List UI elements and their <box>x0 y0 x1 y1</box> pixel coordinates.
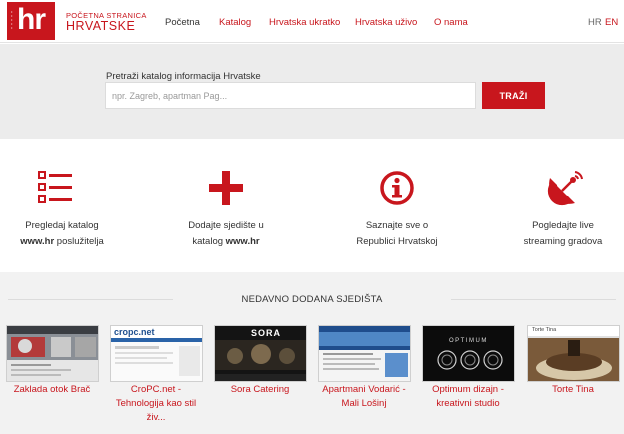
site-thumbnail[interactable]: SORA <box>214 325 307 382</box>
site-caption-line: živ... <box>146 412 166 423</box>
feature-info-line1: Saznajte sve o <box>365 220 429 231</box>
site-caption-line: Zaklada otok Brač <box>13 384 91 395</box>
nav-item-croatia-briefly[interactable]: Hrvatska ukratko <box>269 17 340 28</box>
nav-item-home[interactable]: Početna <box>165 17 200 28</box>
site-thumbnail[interactable]: Torte Tina <box>527 325 620 382</box>
site-thumbnail[interactable] <box>6 325 99 382</box>
site-link-torte-tina[interactable]: Torte Tina <box>518 383 624 397</box>
site-caption-line: Tehnologija kao stil <box>115 398 197 409</box>
feature-live-text[interactable]: Pogledajte live streaming gradova <box>488 218 624 250</box>
site-caption-line: CroPC.net - <box>130 384 182 395</box>
nav-item-about[interactable]: O nama <box>434 17 468 28</box>
feature-add-bold: www.hr <box>225 236 260 247</box>
thumbnail-screenshot <box>7 326 98 381</box>
search-button[interactable]: TRAŽI <box>482 82 545 109</box>
feature-add-line2-pre: katalog <box>192 236 226 247</box>
search-input[interactable] <box>105 82 476 109</box>
feature-add-text[interactable]: Dodajte sjedište u katalog www.hr <box>151 218 301 250</box>
logo-text: hr <box>17 3 46 36</box>
site-header: • • • • • hr POČETNA STRANICA HRVATSKE Počet… <box>0 0 624 43</box>
site-link-optimum[interactable]: Optimum dizajn - kreativni studio <box>413 383 523 411</box>
satellite-dish-icon[interactable] <box>546 168 586 208</box>
list-icon[interactable] <box>38 170 74 206</box>
site-thumbnail[interactable] <box>318 325 411 382</box>
nav-item-catalog[interactable]: Katalog <box>219 17 251 28</box>
lang-en-link[interactable]: EN <box>605 17 618 28</box>
feature-catalog-line2: www.hr poslužitelja <box>0 234 137 250</box>
site-caption-line: Optimum dizajn - <box>432 384 504 395</box>
feature-catalog-bold: www.hr <box>20 236 55 247</box>
thumbnail-screenshot <box>423 326 514 381</box>
search-label: Pretraži katalog informacija Hrvatske <box>106 71 261 82</box>
site-link-zaklada[interactable]: Zaklada otok Brač <box>0 383 107 397</box>
feature-add-line2: katalog www.hr <box>151 234 301 250</box>
info-icon[interactable] <box>379 170 415 206</box>
site-link-cropc[interactable]: CroPC.net - Tehnologija kao stil živ... <box>101 383 211 425</box>
lang-hr-link[interactable]: HR <box>588 17 602 28</box>
thumb-logo: OPTIMUM <box>449 338 488 344</box>
thumb-logo: Torte Tina <box>532 327 557 333</box>
site-caption-line: Apartmani Vodarić - <box>322 384 406 395</box>
brand-name: HRVATSKE <box>66 19 136 33</box>
site-caption-line: Sora Catering <box>230 384 290 395</box>
feature-live-line1: Pogledajte live <box>532 220 594 231</box>
plus-icon[interactable] <box>208 170 244 206</box>
feature-live-line2: streaming gradova <box>523 236 603 247</box>
site-link-vodaric[interactable]: Apartmani Vodarić - Mali Lošinj <box>309 383 419 411</box>
logo-dots: • • • • • <box>11 9 13 30</box>
site-logo[interactable]: • • • • • hr <box>7 2 55 40</box>
thumb-logo: cropc.net <box>114 327 155 337</box>
thumbnail-screenshot <box>319 326 410 377</box>
site-thumbnail[interactable]: OPTIMUM <box>422 325 515 382</box>
feature-catalog-line1: Pregledaj katalog <box>25 220 99 231</box>
site-link-sora[interactable]: Sora Catering <box>205 383 315 397</box>
site-caption-line: kreativni studio <box>436 398 500 409</box>
feature-catalog-text[interactable]: Pregledaj katalog www.hr poslužitelja <box>0 218 137 250</box>
recent-sites-title: NEDAVNO DODANA SJEDIŠTA <box>241 294 383 305</box>
page: • • • • • hr POČETNA STRANICA HRVATSKE Počet… <box>0 0 624 434</box>
thumb-logo: SORA <box>251 328 282 338</box>
feature-info-line2: Republici Hrvatskoj <box>356 236 438 247</box>
nav-item-croatia-live[interactable]: Hrvatska uživo <box>355 17 417 28</box>
thumbnail-screenshot <box>528 326 619 381</box>
site-caption-line: Torte Tina <box>552 384 594 395</box>
feature-add-line1: Dodajte sjedište u <box>188 220 264 231</box>
feature-catalog-line2-rest: poslužitelja <box>54 236 104 247</box>
site-thumbnail[interactable]: cropc.net <box>110 325 203 382</box>
site-caption-line: Mali Lošinj <box>341 398 387 409</box>
feature-info-text[interactable]: Saznajte sve o Republici Hrvatskoj <box>322 218 472 250</box>
